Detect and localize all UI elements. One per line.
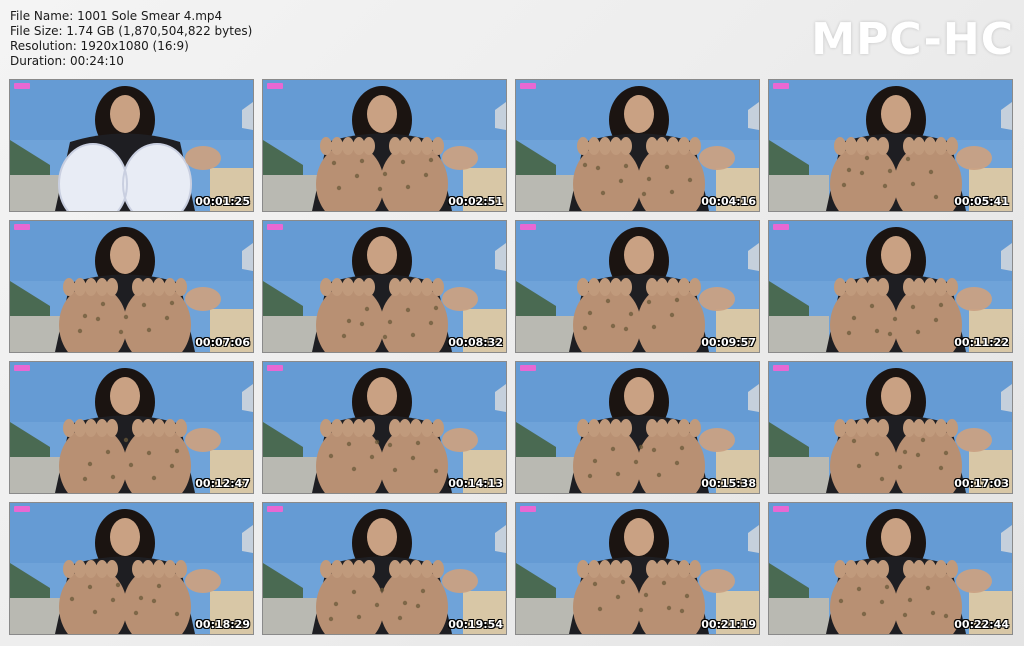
timestamp-label: 00:05:41 (954, 195, 1009, 208)
video-thumbnail: 00:04:16 (515, 79, 760, 212)
file-name-text: File Name: 1001 Sole Smear 4.mp4 (10, 9, 223, 23)
thumbnail-frame-image (263, 503, 506, 634)
video-thumbnail: 00:22:44 (768, 502, 1013, 635)
timestamp-label: 00:07:06 (195, 336, 250, 349)
video-thumbnail: 00:11:22 (768, 220, 1013, 353)
timestamp-label: 00:18:29 (195, 618, 250, 631)
watermark-logo (267, 224, 283, 230)
file-size-text: File Size: 1.74 GB (1,870,504,822 bytes) (10, 24, 253, 38)
watermark-logo (520, 224, 536, 230)
watermark-logo (267, 365, 283, 371)
watermark-logo (773, 365, 789, 371)
thumbnail-grid: 00:01:25 00:02:51 00:04:16 00:05:41 00:07:06… (9, 79, 1013, 635)
timestamp-label: 00:12:47 (195, 477, 250, 490)
watermark-logo (773, 83, 789, 89)
timestamp-label: 00:04:16 (701, 195, 756, 208)
timestamp-label: 00:17:03 (954, 477, 1009, 490)
thumbnail-frame-image (769, 80, 1012, 211)
mpc-hc-logo: MPC-HC (811, 14, 1014, 65)
timestamp-label: 00:02:51 (448, 195, 503, 208)
timestamp-label: 00:14:13 (448, 477, 503, 490)
watermark-logo (14, 224, 30, 230)
thumbnail-frame-image (516, 503, 759, 634)
thumbnail-frame-image (263, 80, 506, 211)
thumbnail-frame-image (10, 221, 253, 352)
video-thumbnail: 00:15:38 (515, 361, 760, 494)
watermark-logo (520, 365, 536, 371)
watermark-logo (520, 83, 536, 89)
thumbnail-frame-image (263, 221, 506, 352)
file-info-panel: File Name: 1001 Sole Smear 4.mp4 File Si… (10, 9, 252, 69)
timestamp-label: 00:21:19 (701, 618, 756, 631)
watermark-logo (520, 506, 536, 512)
video-thumbnail: 00:19:54 (262, 502, 507, 635)
duration-text: Duration: 00:24:10 (10, 54, 124, 68)
thumbnail-frame-image (769, 221, 1012, 352)
watermark-logo (14, 506, 30, 512)
watermark-logo (14, 83, 30, 89)
thumbnail-frame-image (769, 362, 1012, 493)
watermark-logo (14, 365, 30, 371)
timestamp-label: 00:09:57 (701, 336, 756, 349)
video-thumbnail: 00:12:47 (9, 361, 254, 494)
thumbnail-frame-image (769, 503, 1012, 634)
thumbnail-frame-image (10, 503, 253, 634)
timestamp-label: 00:15:38 (701, 477, 756, 490)
video-thumbnail: 00:02:51 (262, 79, 507, 212)
timestamp-label: 00:11:22 (954, 336, 1009, 349)
video-thumbnail: 00:05:41 (768, 79, 1013, 212)
video-thumbnail: 00:18:29 (9, 502, 254, 635)
timestamp-label: 00:19:54 (448, 618, 503, 631)
timestamp-label: 00:01:25 (195, 195, 250, 208)
watermark-logo (773, 506, 789, 512)
video-thumbnail: 00:08:32 (262, 220, 507, 353)
watermark-logo (267, 83, 283, 89)
video-thumbnail: 00:21:19 (515, 502, 760, 635)
watermark-logo (773, 224, 789, 230)
video-thumbnail: 00:01:25 (9, 79, 254, 212)
timestamp-label: 00:08:32 (448, 336, 503, 349)
thumbnail-frame-image (263, 362, 506, 493)
thumbnail-frame-image (516, 221, 759, 352)
thumbnail-frame-image (516, 80, 759, 211)
video-thumbnail: 00:17:03 (768, 361, 1013, 494)
video-thumbnail: 00:14:13 (262, 361, 507, 494)
watermark-logo (267, 506, 283, 512)
resolution-text: Resolution: 1920x1080 (16:9) (10, 39, 189, 53)
thumbnail-frame-image (10, 362, 253, 493)
thumbnail-frame-image (516, 362, 759, 493)
timestamp-label: 00:22:44 (954, 618, 1009, 631)
video-thumbnail: 00:09:57 (515, 220, 760, 353)
thumbnail-frame-image (10, 80, 253, 211)
video-thumbnail: 00:07:06 (9, 220, 254, 353)
